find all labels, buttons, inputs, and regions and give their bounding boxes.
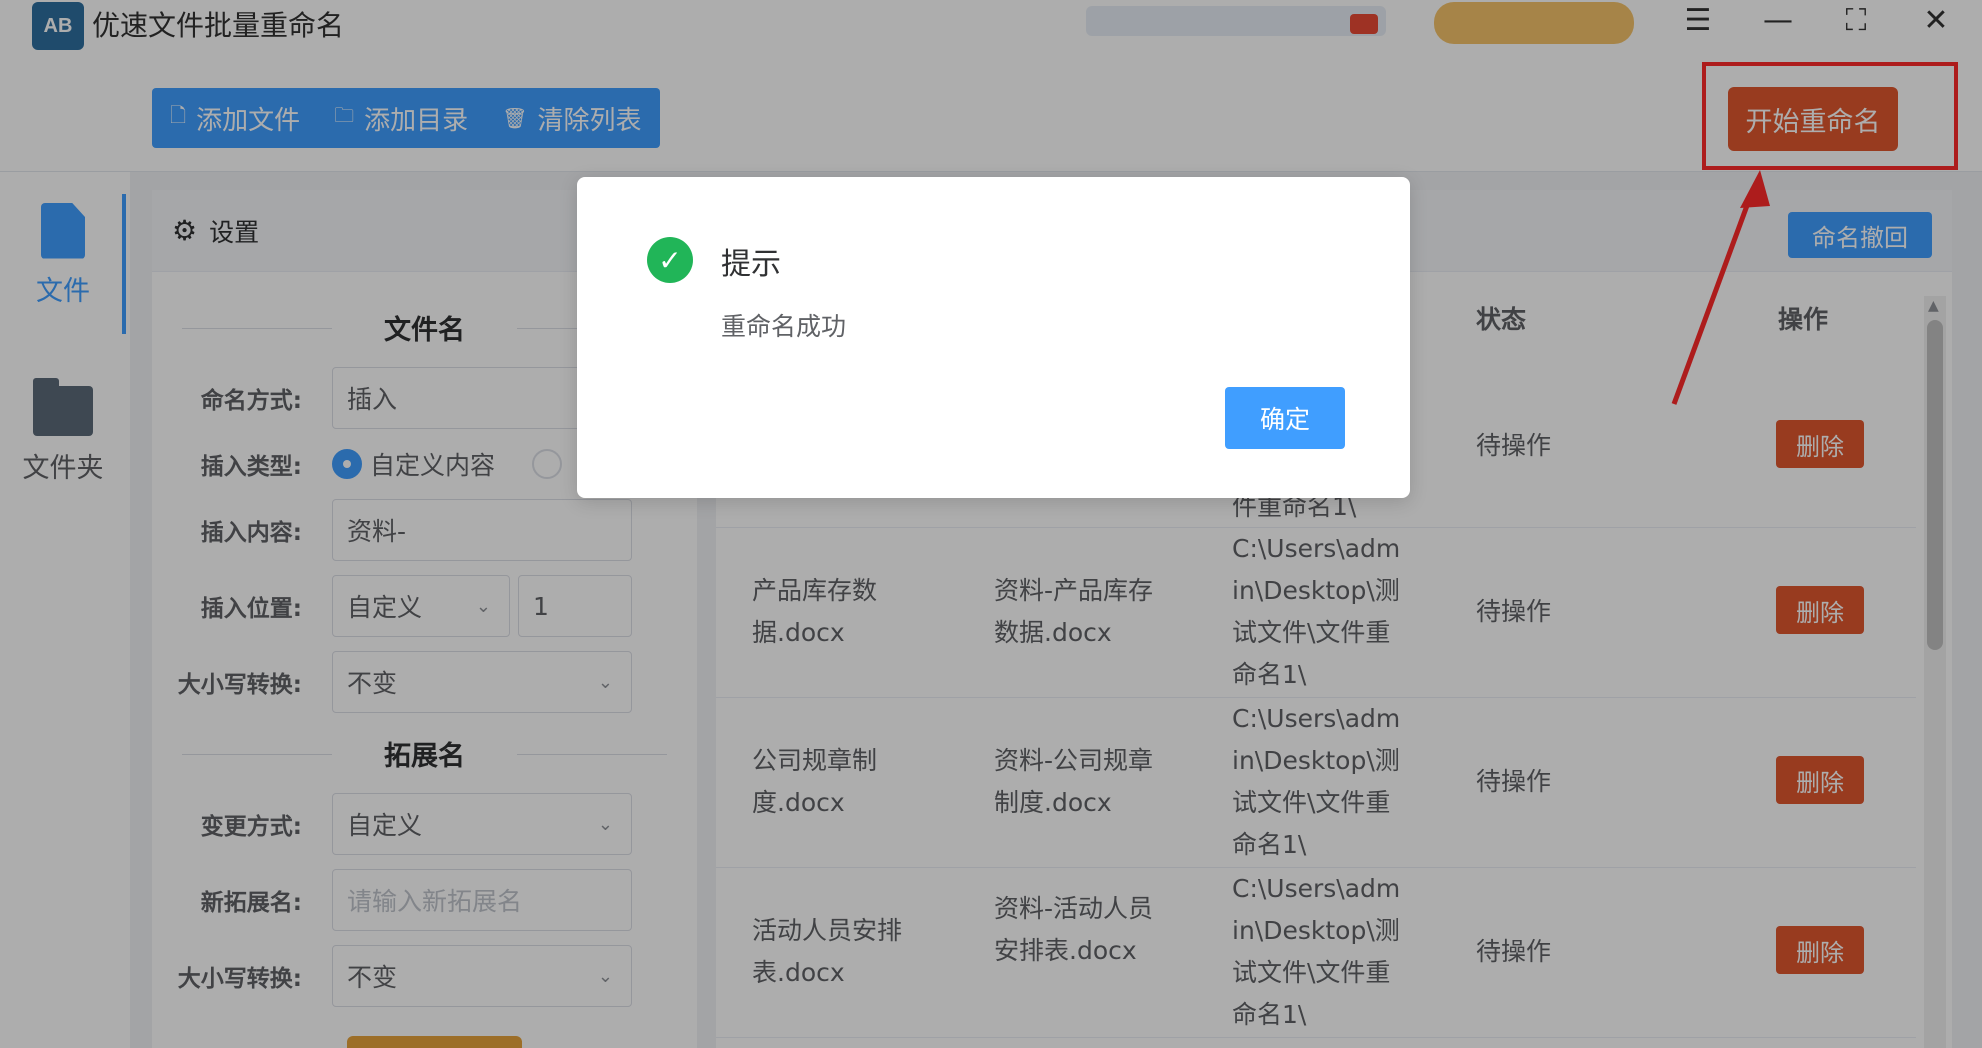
- success-dialog: ✓ 提示 重命名成功 确定: [577, 177, 1410, 498]
- modal-overlay: [0, 0, 1982, 1048]
- dialog-message: 重命名成功: [721, 312, 847, 341]
- dialog-title: 提示: [721, 247, 781, 282]
- confirm-button[interactable]: 确定: [1225, 387, 1345, 449]
- success-check-icon: ✓: [647, 237, 693, 283]
